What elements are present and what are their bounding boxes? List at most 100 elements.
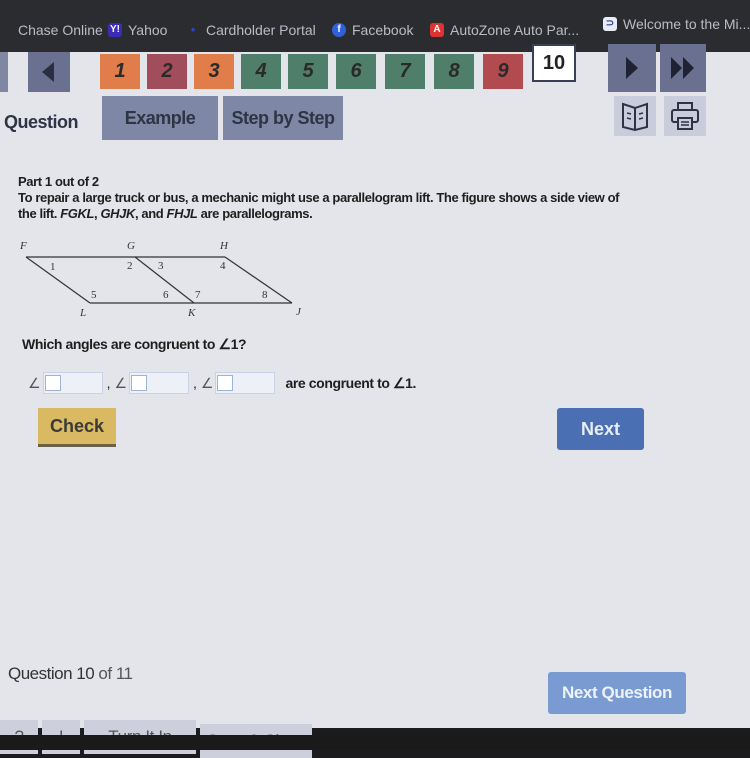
autozone-icon: A <box>430 23 444 37</box>
shape-name: FGKL <box>60 206 95 221</box>
answer-input-3[interactable] <box>215 372 276 394</box>
question-tile-10[interactable]: 10 <box>532 44 576 82</box>
next-button[interactable]: Next <box>557 408 644 450</box>
last-question-button[interactable] <box>660 44 706 92</box>
problem-text-line1: To repair a large truck or bus, a mechan… <box>18 190 620 205</box>
point-label-L: L <box>79 307 86 316</box>
point-label-G: G <box>127 240 135 252</box>
printer-icon <box>671 102 699 130</box>
answer-input-1[interactable] <box>42 372 103 394</box>
question-prompt: Which angles are congruent to ∠1? <box>22 336 247 352</box>
yahoo-icon: Y! <box>108 23 122 37</box>
part-indicator: Part 1 out of 2 <box>18 174 99 189</box>
button-label: Next <box>580 418 620 439</box>
chevron-right-icon <box>626 57 638 79</box>
angle-label-7: 7 <box>195 289 201 301</box>
assignment-page: 1 2 3 4 5 6 7 8 9 10 Question Example St… <box>0 44 750 758</box>
bookmark-label: Chase Online <box>18 22 103 38</box>
question-tile-2[interactable]: 2 <box>147 54 187 89</box>
facebook-icon: f <box>332 23 346 37</box>
angle-label-6: 6 <box>163 289 169 301</box>
question-number: Question 10 <box>8 664 95 683</box>
dot-icon: ● <box>190 25 196 34</box>
text-fragment: are parallelograms. <box>197 206 313 221</box>
angle-label-2: 2 <box>127 260 133 272</box>
text-fragment: the lift. <box>18 206 61 221</box>
question-total: of 11 <box>98 664 133 683</box>
segment-FL <box>25 256 91 304</box>
bookmark-label: Yahoo <box>128 22 168 38</box>
answer-row: ∠ , ∠ , ∠ are congruent to ∠1. <box>28 372 416 394</box>
tile-label: 9 <box>497 60 509 82</box>
angle-label-8: 8 <box>262 289 268 301</box>
problem-text-line2: the lift. FGKL, GHJK, and FHJL are paral… <box>18 206 313 221</box>
screen-bezel <box>0 735 750 750</box>
angle-label-3: 3 <box>158 260 164 272</box>
question-tile-5[interactable]: 5 <box>288 54 328 89</box>
tab-label: Question <box>4 111 79 132</box>
question-tile-4[interactable]: 4 <box>241 54 281 89</box>
chevron-left-icon <box>42 62 54 82</box>
tab-question[interactable]: Question <box>4 100 79 144</box>
bookmark-facebook[interactable]: f Facebook <box>332 22 413 38</box>
point-label-F: F <box>19 240 27 252</box>
tab-example[interactable]: Example <box>102 96 218 140</box>
bookmark-label: Facebook <box>352 22 414 38</box>
angle-symbol: ∠ <box>28 374 41 391</box>
tile-label: 6 <box>350 60 362 82</box>
point-label-J: J <box>296 306 302 316</box>
question-tile-7[interactable]: 7 <box>385 54 425 89</box>
tile-label: 3 <box>208 60 220 82</box>
tab-step-by-step[interactable]: Step by Step <box>223 96 343 140</box>
bookmark-welcome[interactable]: ⊃ Welcome to the Mi... <box>603 16 750 32</box>
previous-button[interactable] <box>28 52 70 92</box>
tile-label: 4 <box>255 60 267 82</box>
textbook-button[interactable] <box>614 96 656 136</box>
angle-symbol: ∠ <box>200 374 214 391</box>
button-label: Check <box>49 415 105 436</box>
button-label: Next Question <box>561 683 673 702</box>
print-button[interactable] <box>664 96 706 136</box>
answer-input-2[interactable] <box>129 372 190 394</box>
tab-label: Example <box>124 107 196 128</box>
angle-label-1: 1 <box>50 261 56 273</box>
angle-label-5: 5 <box>91 289 97 301</box>
question-tile-8[interactable]: 8 <box>434 54 474 89</box>
bookmark-chase-online[interactable]: Chase Online <box>18 22 103 38</box>
tile-label: 8 <box>448 60 460 82</box>
bookmark-site-icon: ⊃ <box>603 17 617 31</box>
point-label-K: K <box>187 307 196 316</box>
bookmark-label: Cardholder Portal <box>206 22 316 38</box>
shape-name: FHJL <box>166 206 198 221</box>
bookmark-label: AutoZone Auto Par... <box>450 22 580 38</box>
tile-label: 10 <box>542 51 566 74</box>
angle-symbol: ∠ <box>114 374 128 391</box>
shape-name: GHJK <box>100 206 135 221</box>
bookmark-autozone[interactable]: A AutoZone Auto Par... <box>430 22 579 38</box>
answer-suffix: are congruent to ∠1. <box>285 374 417 391</box>
next-question-button[interactable]: Next Question <box>548 672 686 714</box>
bookmark-yahoo[interactable]: Y! Yahoo <box>108 22 167 38</box>
parallelogram-lift-figure: F G H L K J 1 2 3 4 5 6 7 8 <box>19 240 302 316</box>
question-tile-3[interactable]: 3 <box>194 54 234 89</box>
problem-statement: Part 1 out of 2 To repair a large truck … <box>18 174 638 222</box>
question-counter: Question 10 of 11 <box>8 664 133 684</box>
question-tile-1[interactable]: 1 <box>100 54 140 89</box>
bookmark-label: Welcome to the Mi... <box>623 16 750 32</box>
first-question-button[interactable] <box>0 52 8 92</box>
question-tile-6[interactable]: 6 <box>336 54 376 89</box>
separator: , <box>193 375 197 391</box>
tile-label: 2 <box>161 60 173 82</box>
bookmark-cardholder-portal[interactable]: ● Cardholder Portal <box>186 22 316 38</box>
tile-label: 1 <box>114 60 126 82</box>
tab-label: Step by Step <box>231 107 335 128</box>
point-label-H: H <box>219 240 229 252</box>
question-tile-9[interactable]: 9 <box>483 54 523 89</box>
check-button[interactable]: Check <box>38 408 116 447</box>
tile-label: 5 <box>302 60 314 82</box>
next-question-nav-button[interactable] <box>608 44 656 92</box>
angle-label-4: 4 <box>220 260 226 272</box>
separator: , <box>106 375 111 391</box>
double-chevron-right-icon <box>671 57 694 79</box>
tile-label: 7 <box>399 60 411 82</box>
